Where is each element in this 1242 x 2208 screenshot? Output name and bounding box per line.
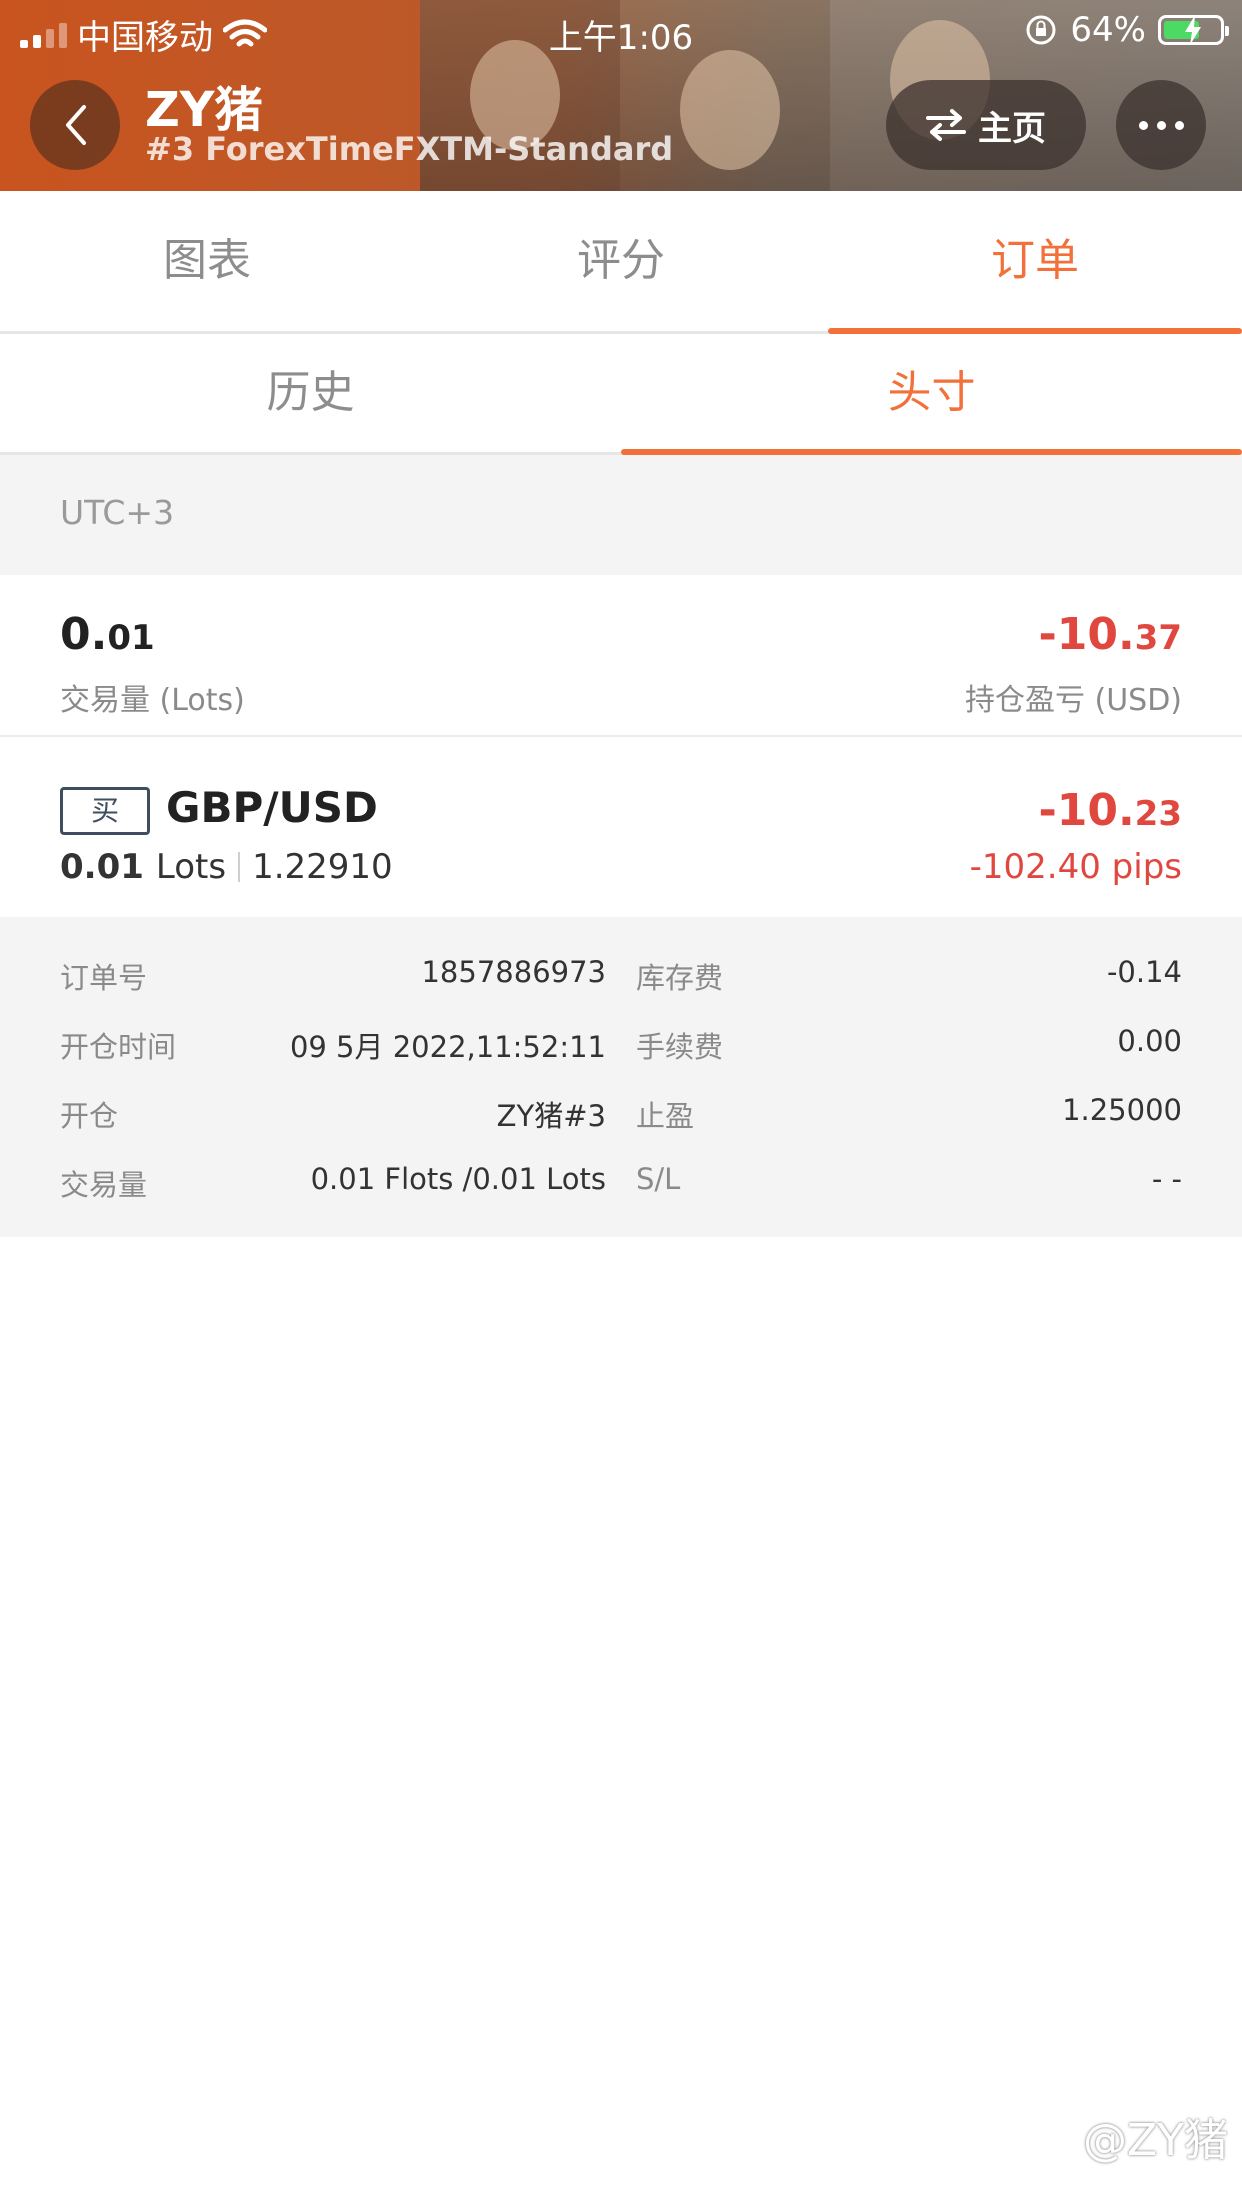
status-right: 64% bbox=[1024, 10, 1229, 50]
timezone-label: UTC+3 bbox=[60, 493, 175, 532]
detail-row: 开仓 ZY猪#3 止盈 1.25000 bbox=[0, 1093, 1242, 1162]
timezone-bar: UTC+3 bbox=[0, 455, 1242, 575]
tab-chart[interactable]: 图表 bbox=[0, 191, 414, 331]
more-dot-icon bbox=[1156, 120, 1166, 130]
positions-summary: 0.01 交易量 (Lots) -10.37 持仓盈亏 (USD) bbox=[0, 575, 1242, 737]
detail-value: 1857886973 bbox=[421, 955, 606, 989]
tab-orders[interactable]: 订单 bbox=[828, 191, 1242, 334]
detail-value: 0.01 Flots /0.01 Lots bbox=[310, 1162, 606, 1196]
chevron-left-icon bbox=[66, 105, 86, 145]
detail-label: 库存费 bbox=[636, 961, 724, 995]
detail-value: 1.25000 bbox=[1062, 1093, 1182, 1127]
position-details: 订单号 1857886973 库存费 -0.14 开仓时间 09 5月 2022… bbox=[0, 917, 1242, 1237]
header: 中国移动 上午1:06 64% ZY猪 #3 ForexTimeFXTM-Sta… bbox=[0, 0, 1242, 191]
detail-label: 交易量 bbox=[60, 1168, 148, 1202]
subtab-positions[interactable]: 头寸 bbox=[621, 334, 1242, 455]
page-subtitle: #3 ForexTimeFXTM-Standard bbox=[145, 130, 674, 168]
detail-label: 开仓 bbox=[60, 1099, 119, 1133]
position-lots-unit: Lots bbox=[155, 847, 227, 887]
detail-label: 手续费 bbox=[636, 1030, 724, 1064]
status-bar: 中国移动 上午1:06 64% bbox=[0, 0, 1242, 62]
detail-value: -0.14 bbox=[1106, 955, 1182, 989]
detail-value: 09 5月 2022,11:52:11 bbox=[289, 1030, 606, 1064]
more-options-button[interactable] bbox=[1116, 80, 1206, 170]
position-symbol: GBP/USD bbox=[166, 783, 378, 832]
divider bbox=[238, 852, 241, 882]
more-dot-icon bbox=[1174, 120, 1184, 130]
home-button-label: 主页 bbox=[978, 108, 1046, 149]
orientation-lock-icon bbox=[1026, 15, 1056, 45]
main-tabs: 图表 评分 订单 bbox=[0, 191, 1242, 334]
back-button[interactable] bbox=[30, 80, 120, 170]
side-badge: 买 bbox=[60, 787, 150, 835]
total-lots-label: 交易量 (Lots) bbox=[60, 683, 245, 718]
more-dot-icon bbox=[1138, 120, 1148, 130]
total-pnl: -10.37 bbox=[1038, 609, 1182, 660]
watermark-text: @ZY猪 bbox=[1082, 2115, 1228, 2166]
detail-value: ZY猪#3 bbox=[496, 1099, 606, 1133]
detail-label: 止盈 bbox=[636, 1099, 695, 1133]
total-pnl-label: 持仓盈亏 (USD) bbox=[964, 683, 1182, 718]
detail-row: 交易量 0.01 Flots /0.01 Lots S/L - - bbox=[0, 1162, 1242, 1231]
position-open-price: 1.22910 bbox=[252, 847, 393, 887]
swap-arrows-icon bbox=[926, 109, 966, 141]
position-pnl: -10.23 bbox=[1038, 785, 1182, 836]
order-subtabs: 历史 头寸 bbox=[0, 334, 1242, 455]
subtab-history[interactable]: 历史 bbox=[0, 334, 621, 452]
header-photo-face bbox=[680, 50, 780, 170]
detail-label: 订单号 bbox=[60, 961, 148, 995]
battery-percent: 64% bbox=[1070, 10, 1146, 50]
detail-value: - - bbox=[1151, 1162, 1182, 1196]
detail-label: 开仓时间 bbox=[60, 1030, 177, 1064]
detail-value: 0.00 bbox=[1117, 1024, 1182, 1058]
total-lots: 0.01 bbox=[60, 609, 155, 660]
battery-icon bbox=[1158, 15, 1229, 45]
detail-row: 开仓时间 09 5月 2022,11:52:11 手续费 0.00 bbox=[0, 1024, 1242, 1093]
zhihu-logo-icon bbox=[1038, 2120, 1071, 2152]
home-button[interactable]: 主页 bbox=[886, 80, 1086, 170]
detail-row: 订单号 1857886973 库存费 -0.14 bbox=[0, 955, 1242, 1024]
tab-rating[interactable]: 评分 bbox=[414, 191, 828, 331]
position-lots: 0.01 Lots 1.22910 bbox=[60, 847, 393, 887]
position-pips: -102.40 pips bbox=[969, 847, 1182, 887]
position-lots-value: 0.01 bbox=[60, 847, 144, 887]
watermark: @ZY猪 bbox=[1033, 2104, 1228, 2168]
detail-label: S/L bbox=[636, 1162, 681, 1196]
position-row[interactable]: 买 GBP/USD 0.01 Lots 1.22910 -10.23 -102.… bbox=[0, 737, 1242, 917]
